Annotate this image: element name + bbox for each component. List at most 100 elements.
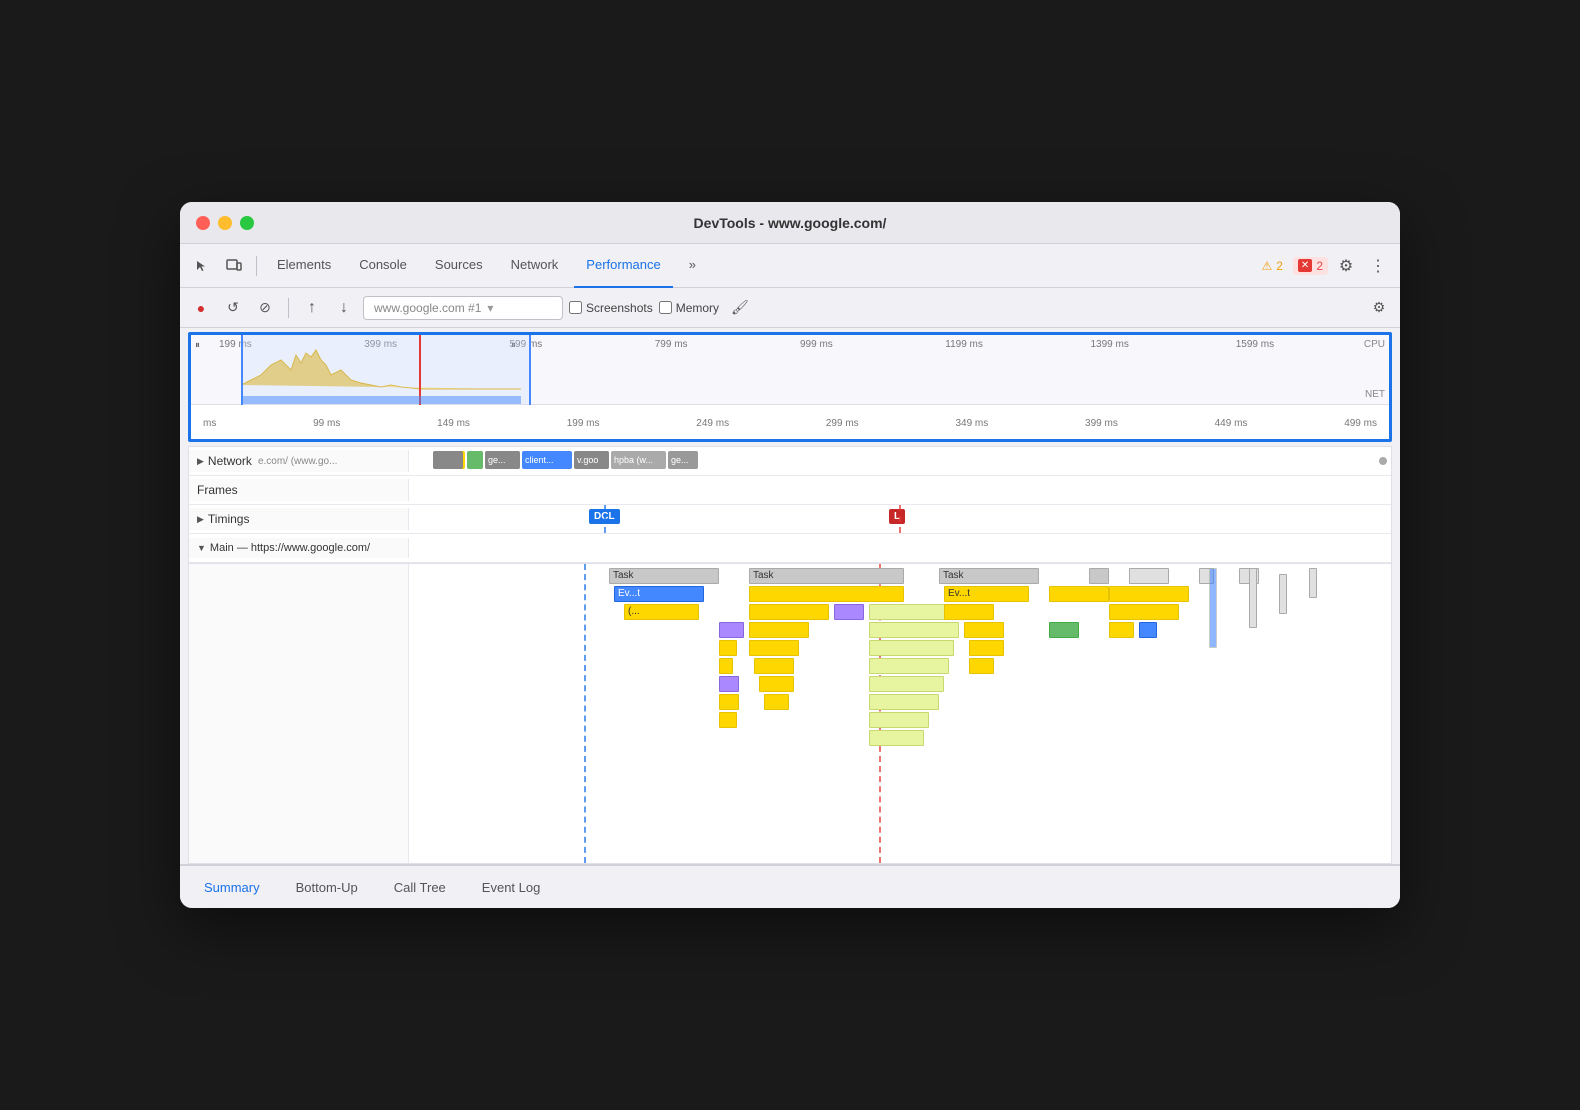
screenshots-checkbox[interactable]: Screenshots (569, 301, 653, 315)
clear-button[interactable]: ⊘ (252, 295, 278, 321)
task-y-right2[interactable] (1109, 604, 1179, 620)
task-yellow-2[interactable] (1049, 586, 1109, 602)
tab-call-tree[interactable]: Call Tree (378, 866, 462, 908)
task-purple-1[interactable] (834, 604, 864, 620)
task-y-right1[interactable] (1109, 586, 1189, 602)
network-expand-icon[interactable]: ▶ (197, 456, 204, 467)
perf-toolbar: ● ↺ ⊘ ↑ ↓ www.google.com #1 ▾ Screenshot… (180, 288, 1400, 328)
traffic-lights (196, 216, 254, 230)
task-paren[interactable]: (... (624, 604, 699, 620)
tab-more[interactable]: » (677, 244, 708, 288)
tab-sources[interactable]: Sources (423, 244, 495, 288)
timings-expand-icon[interactable]: ▶ (197, 514, 204, 525)
bottom-tabs: Summary Bottom-Up Call Tree Event Log (180, 864, 1400, 908)
task-yellow-5[interactable] (749, 622, 809, 638)
scroll-indicator (1379, 457, 1387, 465)
more-options-icon[interactable]: ⋮ (1364, 252, 1392, 280)
network-url: e.com/ (www.go... (258, 456, 337, 467)
task-y-r7b[interactable] (764, 694, 789, 710)
net-chip-ge2: ge... (668, 451, 698, 469)
task-pur-1[interactable] (719, 676, 739, 692)
task-lime-2[interactable] (869, 622, 959, 638)
tab-bottom-up[interactable]: Bottom-Up (280, 866, 374, 908)
task-lime-3[interactable] (869, 640, 954, 656)
net-chip-green (467, 451, 483, 469)
url-bar: www.google.com #1 ▾ (363, 296, 563, 320)
task-lime-8[interactable] (869, 730, 924, 746)
task-thin-gray[interactable] (1249, 568, 1257, 628)
title-bar: DevTools - www.google.com/ (180, 202, 1400, 244)
reload-button[interactable]: ↺ (220, 295, 246, 321)
cursor-icon[interactable] (188, 252, 216, 280)
devtools-window: DevTools - www.google.com/ Elements Cons… (180, 202, 1400, 908)
task-yellow-4[interactable] (944, 604, 994, 620)
task-y-s1[interactable] (719, 658, 733, 674)
task-block-small-1[interactable] (1089, 568, 1109, 584)
tab-console[interactable]: Console (347, 244, 419, 288)
task-lime-7[interactable] (869, 712, 929, 728)
task-thin-gray2[interactable] (1279, 574, 1287, 614)
frames-content (409, 476, 1391, 504)
task-yellow-6[interactable] (964, 622, 1004, 638)
task-block-3[interactable]: Task (939, 568, 1039, 584)
l-marker[interactable]: L (889, 509, 905, 524)
task-yellow-1[interactable] (749, 586, 904, 602)
device-icon[interactable] (220, 252, 248, 280)
task-lime-4[interactable] (869, 658, 949, 674)
timeline-overview[interactable]: ⏸ ⏸ 199 ms 399 ms 599 ms 799 ms 999 ms 1… (188, 332, 1392, 442)
task-y-right3[interactable] (1109, 622, 1134, 638)
task-block-2[interactable]: Task (749, 568, 904, 584)
task-b-right1[interactable] (1139, 622, 1157, 638)
task-y-small-1[interactable] (719, 640, 737, 656)
task-lime-5[interactable] (869, 676, 944, 692)
tab-network[interactable]: Network (499, 244, 571, 288)
net-chip-vgoo: v.goo (574, 451, 609, 469)
task-yellow-3[interactable] (749, 604, 829, 620)
task-event-2[interactable]: Ev...t (944, 586, 1029, 602)
close-button[interactable] (196, 216, 210, 230)
timeline-overview-bottom: ms 99 ms 149 ms 199 ms 249 ms 299 ms 349… (191, 405, 1389, 441)
minimize-button[interactable] (218, 216, 232, 230)
error-badge: ✕ 2 (1293, 257, 1328, 275)
task-thin-blue[interactable] (1209, 568, 1217, 648)
task-lime-1[interactable] (869, 604, 949, 620)
perf-settings-icon[interactable]: ⚙ (1366, 295, 1392, 321)
record-button[interactable]: ● (188, 295, 214, 321)
flame-dcl-line (584, 564, 586, 863)
tab-event-log[interactable]: Event Log (466, 866, 557, 908)
tab-performance[interactable]: Performance (574, 244, 672, 288)
main-content (409, 534, 1391, 562)
task-block-small-2[interactable] (1129, 568, 1169, 584)
task-y-small-2[interactable] (749, 640, 799, 656)
task-y-s3[interactable] (969, 658, 994, 674)
flame-content-col: Task Task Task Ev...t Ev...t (... (409, 564, 1391, 863)
task-event-1[interactable]: Ev...t (614, 586, 704, 602)
task-thin-gray3[interactable] (1309, 568, 1317, 598)
l-dashed-line (899, 505, 901, 533)
task-green-1[interactable] (1049, 622, 1079, 638)
network-chips: ge... client... v.goo hpba (w... ge... (409, 451, 1391, 471)
memory-checkbox[interactable]: Memory (659, 301, 719, 315)
task-block-1[interactable]: Task (609, 568, 719, 584)
tab-summary[interactable]: Summary (188, 866, 276, 908)
timings-row: ▶ Timings DCL L (189, 505, 1391, 534)
upload-button[interactable]: ↑ (299, 295, 325, 321)
task-y-r7a[interactable] (719, 694, 739, 710)
settings-icon[interactable]: ⚙ (1332, 252, 1360, 280)
frames-row: Frames (189, 476, 1391, 505)
task-purple-2[interactable] (719, 622, 744, 638)
task-y-small-3[interactable] (969, 640, 1004, 656)
perf-divider-1 (288, 298, 289, 318)
task-lime-6[interactable] (869, 694, 939, 710)
brush-icon[interactable]: 🖌 (731, 299, 749, 316)
tab-elements[interactable]: Elements (265, 244, 343, 288)
main-collapse-icon[interactable]: ▼ (197, 543, 206, 553)
task-y-r8a[interactable] (719, 712, 737, 728)
network-label: ▶ Network e.com/ (www.go... (189, 450, 409, 472)
warning-badge: ⚠ 2 (1255, 257, 1288, 275)
task-y-s2[interactable] (754, 658, 794, 674)
maximize-button[interactable] (240, 216, 254, 230)
net-label: NET (1365, 389, 1385, 400)
task-y-r6[interactable] (759, 676, 794, 692)
download-button[interactable]: ↓ (331, 295, 357, 321)
